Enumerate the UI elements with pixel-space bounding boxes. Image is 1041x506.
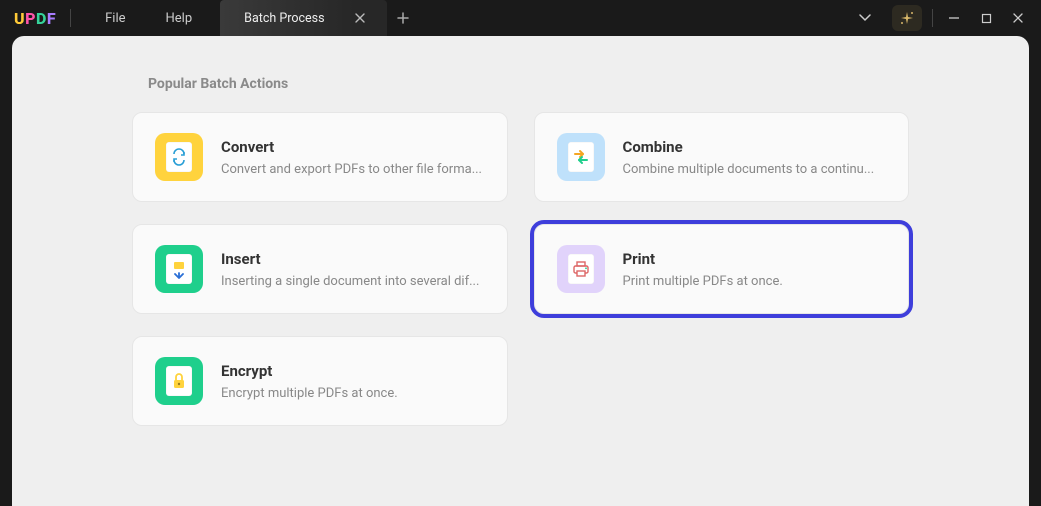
- card-insert[interactable]: Insert Inserting a single document into …: [132, 224, 508, 314]
- print-icon: [557, 245, 605, 293]
- card-combine[interactable]: Combine Combine multiple documents to a …: [534, 112, 910, 202]
- ai-sparkle-button[interactable]: [892, 5, 922, 31]
- card-convert-title: Convert: [221, 138, 485, 156]
- card-convert-desc: Convert and export PDFs to other file fo…: [221, 162, 485, 177]
- maximize-button[interactable]: [971, 4, 1001, 32]
- close-window-button[interactable]: [1003, 4, 1033, 32]
- card-combine-title: Combine: [623, 138, 887, 156]
- add-tab-button[interactable]: [397, 12, 427, 24]
- card-print[interactable]: Print Print multiple PDFs at once.: [534, 224, 910, 314]
- encrypt-icon: [155, 357, 203, 405]
- section-title: Popular Batch Actions: [148, 76, 909, 92]
- batch-actions-grid: Convert Convert and export PDFs to other…: [132, 112, 909, 426]
- separator: [932, 9, 933, 27]
- menu-file[interactable]: File: [85, 0, 145, 36]
- window-controls: [850, 0, 1033, 36]
- workspace: Popular Batch Actions Convert Convert an…: [12, 36, 1029, 506]
- close-tab-icon[interactable]: [355, 13, 365, 23]
- titlebar: UPDF File Help Batch Process: [0, 0, 1041, 36]
- separator: [70, 9, 71, 27]
- card-print-title: Print: [623, 250, 887, 268]
- chevron-down-icon[interactable]: [850, 4, 880, 32]
- minimize-button[interactable]: [939, 4, 969, 32]
- card-convert[interactable]: Convert Convert and export PDFs to other…: [132, 112, 508, 202]
- menu-help[interactable]: Help: [146, 0, 213, 36]
- card-insert-desc: Inserting a single document into several…: [221, 274, 485, 289]
- convert-icon: [155, 133, 203, 181]
- app-logo: UPDF: [14, 9, 56, 28]
- card-insert-title: Insert: [221, 250, 485, 268]
- insert-icon: [155, 245, 203, 293]
- card-encrypt[interactable]: Encrypt Encrypt multiple PDFs at once.: [132, 336, 508, 426]
- tab-title: Batch Process: [244, 11, 324, 26]
- card-combine-desc: Combine multiple documents to a continu.…: [623, 162, 887, 177]
- combine-icon: [557, 133, 605, 181]
- tab-batch-process[interactable]: Batch Process: [220, 0, 386, 36]
- card-encrypt-title: Encrypt: [221, 362, 485, 380]
- card-encrypt-desc: Encrypt multiple PDFs at once.: [221, 386, 485, 401]
- card-print-desc: Print multiple PDFs at once.: [623, 274, 887, 289]
